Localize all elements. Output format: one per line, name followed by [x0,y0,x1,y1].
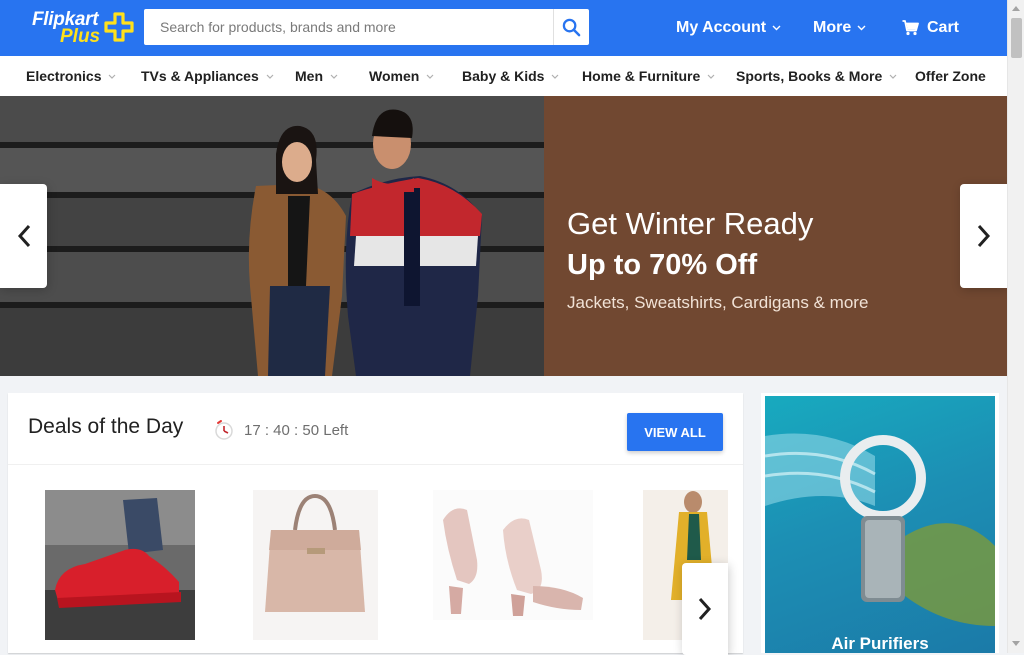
red-sneakers-image [45,490,195,640]
deal-product-card[interactable] [433,490,593,620]
category-label: Home & Furniture [582,68,701,84]
category-baby-kids[interactable]: Baby & Kids [462,56,559,96]
ad-label: Air Purifiers [831,634,929,653]
category-label: Sports, Books & More [736,68,883,84]
my-account-label: My Account [676,19,767,36]
cart-button[interactable]: Cart [902,0,959,56]
logo-tier: Plus [60,26,101,47]
banner-photo [0,96,544,376]
chevron-left-icon [17,224,30,248]
banner-next-button[interactable] [960,184,1007,288]
category-men[interactable]: Men [295,56,338,96]
banner-prev-button[interactable] [0,184,47,288]
chevron-down-icon [266,74,274,79]
banner-subtitle: Jackets, Sweatshirts, Cardigans & more [567,293,869,312]
category-offer-zone[interactable]: Offer Zone [915,56,986,96]
chevron-down-icon [108,74,116,79]
deals-next-button[interactable] [682,563,728,655]
sandals-image [433,490,593,620]
chevron-right-icon [977,224,990,248]
deal-product-card[interactable] [253,490,378,640]
my-account-menu[interactable]: My Account [676,0,781,56]
scrollbar-thumb[interactable] [1011,18,1022,58]
category-label: Electronics [26,68,102,84]
category-label: Women [369,68,420,84]
category-label: Men [295,68,323,84]
page-scrollbar[interactable] [1007,0,1024,653]
banner-discount: Up to 70% Off [567,249,758,281]
category-label: Baby & Kids [462,68,545,84]
chevron-down-icon [772,25,781,31]
hero-banner[interactable]: Get Winter Ready Up to 70% Off Jackets, … [0,96,1007,376]
category-electronics[interactable]: Electronics [26,56,116,96]
models-photo [0,96,544,376]
chevron-down-icon [857,25,866,31]
scroll-up-icon[interactable] [1012,6,1020,11]
chevron-down-icon [889,74,897,79]
chevron-right-icon [698,597,712,621]
banner-headline: Get Winter Ready [567,206,814,241]
category-label: Offer Zone [915,68,986,84]
scroll-down-icon[interactable] [1012,641,1020,646]
chevron-down-icon [330,74,338,79]
section-divider [8,464,743,465]
flipkart-plus-logo[interactable]: Flipkart Plus [30,8,135,48]
search-bar [144,9,589,45]
top-header: Flipkart Plus My Account More [0,0,1007,56]
plus-icon [104,12,134,42]
deals-of-the-day-section: Deals of the Day 17 : 40 : 50 Left VIEW … [8,393,743,655]
chevron-down-icon [426,74,434,79]
chevron-down-icon [707,74,715,79]
search-button[interactable] [553,9,589,45]
air-purifier-image [765,433,995,626]
deal-product-card[interactable] [45,490,195,640]
search-input[interactable] [144,9,552,45]
more-label: More [813,19,852,36]
handbag-image [253,490,378,640]
ad-banner: Air Purifiers [765,396,995,653]
chevron-down-icon [551,74,559,79]
view-all-button[interactable]: VIEW ALL [627,413,723,451]
cart-label: Cart [927,19,960,36]
air-purifiers-ad[interactable]: Air Purifiers [761,393,999,653]
deals-title: Deals of the Day [28,415,184,438]
more-menu[interactable]: More [813,0,866,56]
category-home-furniture[interactable]: Home & Furniture [582,56,715,96]
category-bar: Electronics TVs & Appliances Men Women B… [0,56,1007,96]
timer-icon [215,420,233,440]
category-women[interactable]: Women [369,56,434,96]
category-tvs-appliances[interactable]: TVs & Appliances [141,56,274,96]
cart-icon [902,20,919,36]
category-label: TVs & Appliances [141,68,259,84]
category-sports-books[interactable]: Sports, Books & More [736,56,897,96]
search-icon [562,18,581,36]
deals-timer: 17 : 40 : 50 Left [244,422,349,439]
